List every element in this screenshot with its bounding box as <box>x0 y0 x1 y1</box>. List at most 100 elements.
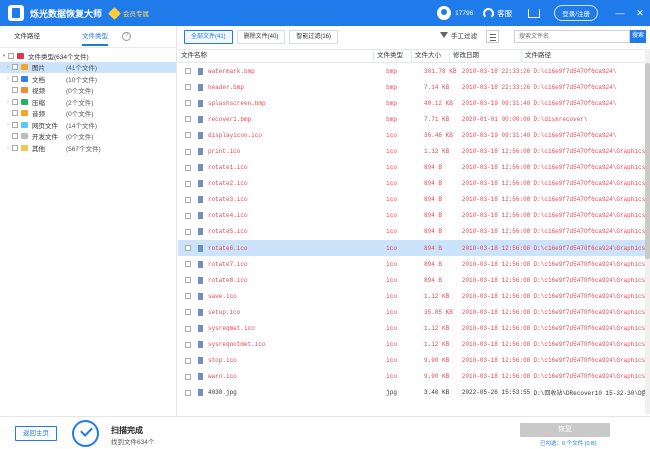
close-icon[interactable]: ✕ <box>630 8 650 19</box>
service-button[interactable]: 客服 <box>497 8 512 19</box>
cell-name: warn.ico <box>207 373 237 381</box>
table-row[interactable]: rotate2.ico ico 894 B 2010-03-18 12:56:08 D:… <box>178 176 650 192</box>
cell-path: D:\c16e9f7d5470f6ca924\ <box>533 67 617 75</box>
row-checkbox[interactable] <box>185 68 191 75</box>
tree-checkbox[interactable] <box>12 121 18 128</box>
search-button[interactable]: 搜索 <box>630 30 646 43</box>
row-checkbox[interactable] <box>185 164 191 171</box>
tree-item[interactable]: › 其他 (567个文件) <box>0 142 176 154</box>
table-row[interactable]: rotate4.ico ico 894 B 2010-03-18 12:56:08 D:… <box>178 208 650 224</box>
help-icon[interactable]: ? <box>122 32 131 41</box>
row-checkbox[interactable] <box>185 180 191 187</box>
avatar[interactable] <box>437 6 452 20</box>
tree-checkbox[interactable] <box>12 144 18 151</box>
tab-file-path[interactable]: 文件路径 <box>0 26 40 48</box>
header-date[interactable]: 修改日期 <box>450 49 522 63</box>
cell-size: 894 B <box>424 228 443 236</box>
table-row[interactable]: recover1.bmp bmp 7.71 KB 2020-01-01 00:00:0… <box>178 111 650 127</box>
tree-item[interactable]: 视频 (0个文件) <box>0 85 176 97</box>
tree-item[interactable]: › 压缩 (2个文件) <box>0 96 176 108</box>
search-input[interactable] <box>514 30 630 43</box>
table-row[interactable]: rotate1.ico ico 894 B 2010-03-18 12:56:08 D:… <box>178 160 650 176</box>
table-row[interactable]: print.ico ico 1.12 KB 2010-03-18 12:56:08 D:… <box>178 143 650 159</box>
expand-arrow-icon[interactable]: › <box>4 122 12 128</box>
table-row[interactable]: splashscreen.bmp bmp 40.12 KB 2010-03-19 09… <box>178 95 650 111</box>
tree-checkbox[interactable] <box>8 52 14 59</box>
tree-checkbox[interactable] <box>12 110 18 117</box>
table-row[interactable]: rotate5.ico ico 894 B 2010-03-18 12:56:08 D:… <box>178 224 650 240</box>
table-row[interactable]: watermark.bmp bmp 301.78 KB 2010-03-18 22:3… <box>178 63 650 79</box>
tree-checkbox[interactable] <box>12 133 18 140</box>
tree-item[interactable]: › 文档 (10个文件) <box>0 73 176 85</box>
manual-filter-button[interactable]: 手工过滤 <box>440 30 477 40</box>
table-row[interactable]: 4030.jpg jpg 3.40 KB 2022-05-26 15:53:55 D:\… <box>178 385 650 401</box>
header-name[interactable]: 文件名称 <box>178 49 374 63</box>
row-checkbox[interactable] <box>185 245 191 252</box>
file-icon <box>197 276 203 284</box>
cell-type: ico <box>386 341 397 349</box>
back-home-button[interactable]: 返回主页 <box>15 426 57 441</box>
row-checkbox[interactable] <box>185 148 191 155</box>
expand-arrow-icon[interactable]: ▾ <box>0 53 8 59</box>
expand-arrow-icon[interactable]: › <box>4 145 12 151</box>
tab-deleted-files[interactable]: 删除文件(40) <box>236 30 286 44</box>
expand-arrow-icon[interactable]: › <box>4 99 12 105</box>
header-path[interactable]: 文件路径 <box>522 49 642 63</box>
recover-button[interactable]: 恢复 <box>520 423 610 437</box>
tab-file-type[interactable]: 文件类型 <box>68 26 108 48</box>
table-row[interactable]: stop.ico ico 9.90 KB 2010-03-18 12:56:08 D:\… <box>178 353 650 369</box>
table-row[interactable]: sysreqnotmet.ico ico 1.12 KB 2010-03-18 12:… <box>178 337 650 353</box>
tree-item[interactable]: › 网页文件 (14个文件) <box>0 119 176 131</box>
tree-item[interactable]: ▾ 文件类型(634个文件) <box>0 50 176 62</box>
row-checkbox[interactable] <box>185 116 191 123</box>
row-checkbox[interactable] <box>185 341 191 348</box>
table-row[interactable]: warn.ico ico 9.90 KB 2010-03-18 12:56:08 D:\… <box>178 369 650 385</box>
tree-checkbox[interactable] <box>12 75 18 82</box>
list-view-button[interactable] <box>486 30 499 43</box>
tree-item[interactable]: 音频 (0个文件) <box>0 108 176 120</box>
expand-arrow-icon[interactable]: › <box>4 76 12 82</box>
row-checkbox[interactable] <box>185 293 191 300</box>
row-checkbox[interactable] <box>185 325 191 332</box>
table-row[interactable]: sysreqmet.ico ico 1.12 KB 2010-03-18 12:56:… <box>178 321 650 337</box>
row-checkbox[interactable] <box>185 132 191 139</box>
expand-arrow-icon[interactable]: › <box>4 64 12 70</box>
row-checkbox[interactable] <box>185 84 191 91</box>
row-checkbox[interactable] <box>185 277 191 284</box>
table-row[interactable]: rotate8.ico ico 894 B 2010-03-18 12:56:08 D:… <box>178 272 650 288</box>
scrollbar-thumb[interactable] <box>645 63 650 259</box>
row-checkbox[interactable] <box>185 357 191 364</box>
table-row[interactable]: save.ico ico 1.12 KB 2010-03-18 12:56:08 D:\… <box>178 288 650 304</box>
tab-smart-filter[interactable]: 智能过滤(16) <box>289 30 339 44</box>
cart-icon[interactable] <box>528 8 541 18</box>
login-button[interactable]: 登录/注册 <box>554 5 598 21</box>
table-row[interactable]: rotate7.ico ico 894 B 2010-03-18 12:56:08 D:… <box>178 256 650 272</box>
tree-item[interactable]: 开发文件 (0个文件) <box>0 131 176 143</box>
header-size[interactable]: 文件大小 <box>412 49 450 63</box>
cell-date: 2010-03-18 12:56:08 <box>461 341 531 349</box>
row-checkbox[interactable] <box>185 212 191 219</box>
tree-checkbox[interactable] <box>12 98 18 105</box>
tree-item[interactable]: › 图片 (41个文件) <box>0 61 176 73</box>
file-icon <box>197 67 203 75</box>
row-checkbox[interactable] <box>185 261 191 268</box>
row-checkbox[interactable] <box>185 196 191 203</box>
table-row[interactable]: rotate3.ico ico 894 B 2010-03-18 12:56:08 D:… <box>178 192 650 208</box>
tree-checkbox[interactable] <box>12 64 18 71</box>
row-checkbox[interactable] <box>185 100 191 107</box>
row-checkbox[interactable] <box>185 309 191 316</box>
row-checkbox[interactable] <box>185 228 191 235</box>
minimize-icon[interactable]: — <box>610 8 630 18</box>
row-checkbox[interactable] <box>185 373 191 380</box>
table-row[interactable]: displayicon.ico ico 36.46 KB 2010-03-19 09:… <box>178 127 650 143</box>
table-row[interactable]: rotate6.ico ico 894 B 2010-03-18 12:56:08 D:… <box>178 240 650 257</box>
title-bar: 烁光数据恢复大师 会员专属 17796 客服 登录/注册 — ✕ <box>0 0 650 26</box>
header-type[interactable]: 文件类型 <box>374 49 412 63</box>
tree-checkbox[interactable] <box>12 87 18 94</box>
tab-all-files[interactable]: 全部文件(41) <box>184 30 233 44</box>
table-row[interactable]: setup.ico ico 35.85 KB 2010-03-18 12:56:08 D… <box>178 304 650 320</box>
row-checkbox[interactable] <box>185 389 191 396</box>
headset-icon[interactable] <box>483 7 495 19</box>
table-row[interactable]: header.bmp bmp 7.14 KB 2010-03-18 22:33:26 D… <box>178 79 650 95</box>
vip-badge[interactable]: 会员专属 <box>108 6 149 20</box>
